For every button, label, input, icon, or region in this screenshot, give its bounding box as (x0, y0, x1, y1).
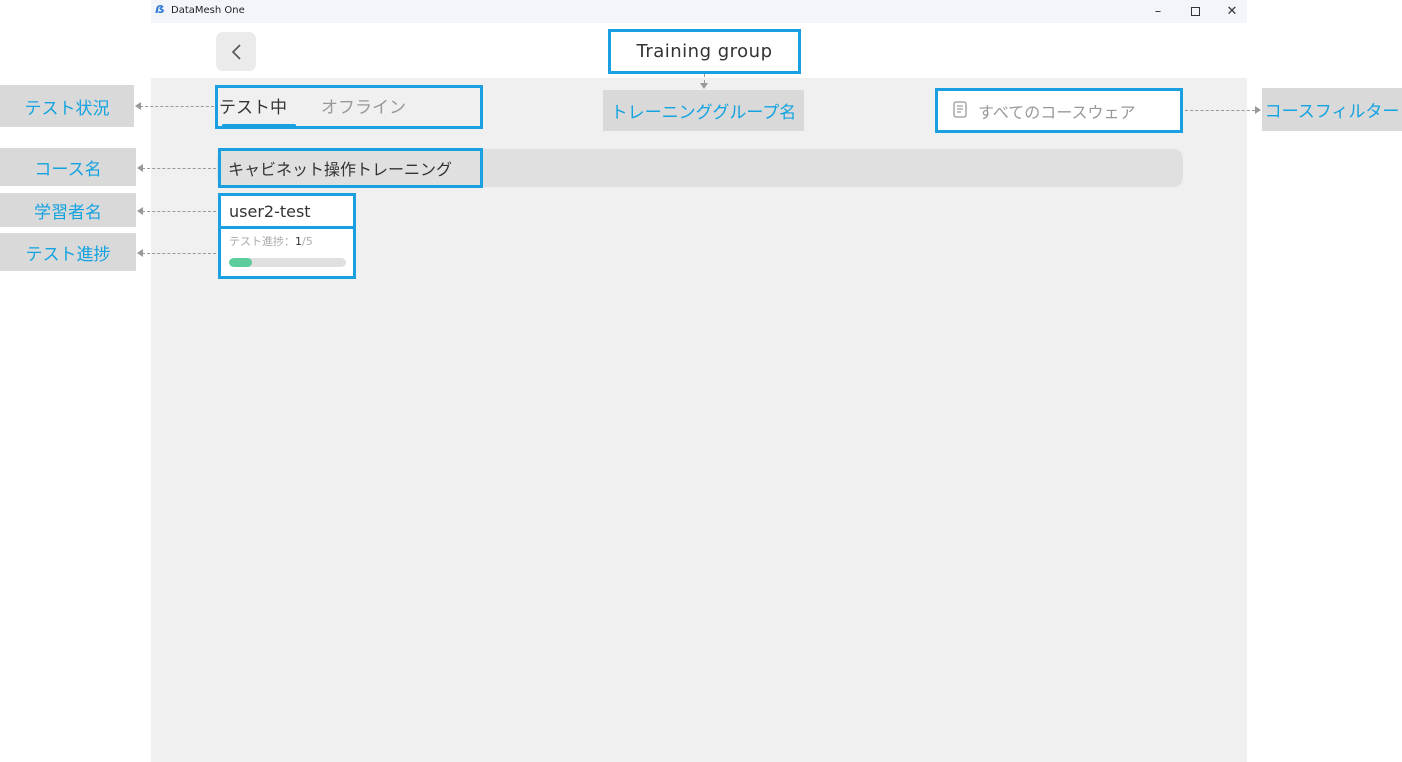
arrow-right-icon (1255, 106, 1261, 114)
connector-course-filter (1185, 110, 1255, 111)
maximize-button[interactable] (1176, 0, 1214, 23)
minimize-button[interactable]: – (1139, 0, 1177, 23)
learner-name: user2-test (218, 193, 356, 229)
test-progress: テスト進捗：1/5 (218, 226, 356, 279)
annotation-group-name: トレーニンググループ名 (603, 90, 804, 131)
arrow-left-icon (137, 164, 143, 172)
connector-group-name (704, 74, 705, 83)
active-tab-indicator (222, 124, 296, 127)
tab-testing[interactable]: テスト中 (219, 93, 287, 118)
connector-test-status (140, 106, 214, 107)
progress-fill (229, 258, 253, 267)
app-title: DataMesh One (171, 5, 245, 16)
progress-current: 1 (295, 235, 302, 248)
arrow-down-icon (700, 83, 708, 89)
annotation-course-filter: コースフィルター (1262, 88, 1402, 131)
connector-course-name (142, 168, 216, 169)
document-icon (953, 101, 967, 118)
course-filter-dropdown[interactable]: すべてのコースウェア (935, 88, 1183, 133)
training-group-title: Training group (608, 29, 801, 74)
connector-learner-name (142, 211, 216, 212)
test-status-tabs: テスト中 オフライン (215, 85, 483, 129)
arrow-left-icon (137, 207, 143, 215)
close-icon: ✕ (1226, 4, 1238, 19)
back-button[interactable] (216, 32, 256, 71)
annotation-test-status: テスト状況 (0, 85, 134, 127)
page-header: Training group (151, 23, 1247, 78)
arrow-left-icon (137, 249, 143, 257)
arrow-left-icon (135, 102, 141, 110)
course-name: キャビネット操作トレーニング (218, 148, 483, 188)
minimize-icon: – (1154, 4, 1162, 19)
chevron-left-icon (231, 43, 241, 60)
progress-label: テスト進捗：1/5 (229, 235, 313, 248)
connector-test-progress (142, 253, 216, 254)
maximize-icon (1190, 7, 1200, 16)
title-bar: ẞ DataMesh One – ✕ (151, 0, 1247, 23)
annotation-course-name: コース名 (0, 148, 136, 186)
progress-total: /5 (302, 235, 313, 248)
tab-offline[interactable]: オフライン (321, 93, 406, 118)
course-filter-value: すべてのコースウェア (978, 103, 1136, 122)
progress-track (229, 258, 346, 267)
annotation-learner-name: 学習者名 (0, 193, 136, 227)
learner-card[interactable]: user2-test テスト進捗：1/5 (218, 193, 356, 279)
close-button[interactable]: ✕ (1213, 0, 1251, 23)
app-logo-icon: ẞ (155, 3, 165, 16)
annotation-test-progress: テスト進捗 (0, 233, 136, 271)
